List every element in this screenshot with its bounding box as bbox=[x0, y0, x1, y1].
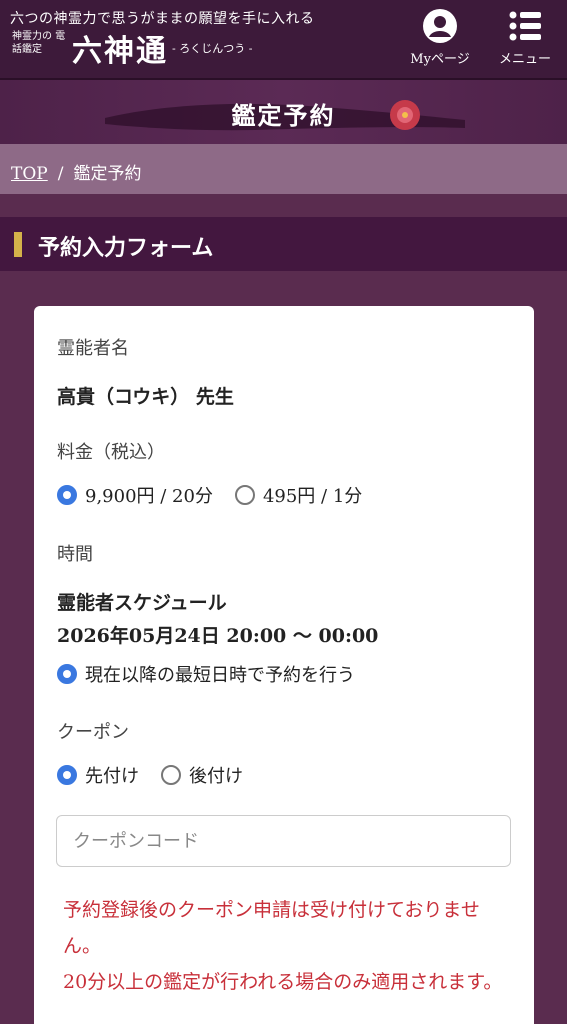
coupon-code-input[interactable] bbox=[56, 815, 511, 867]
site-logo[interactable]: 六神通 bbox=[72, 26, 168, 70]
coupon-option-label: 後付け bbox=[189, 766, 243, 787]
menu-label: メニュー bbox=[498, 52, 551, 67]
coupon-notice-line-2: 20分以上の鑑定が行われる場合のみ適用されます。 bbox=[63, 971, 503, 993]
coupon-notice-line-1: 予約登録後のクーポン申請は受け付けておりません。 bbox=[63, 899, 480, 957]
menu-button[interactable]: メニュー bbox=[490, 8, 560, 70]
price-label: 料金（税込） bbox=[57, 442, 165, 463]
breadcrumb-top-link[interactable]: TOP bbox=[11, 164, 48, 184]
coupon-option-postpay[interactable]: 後付け bbox=[161, 762, 243, 788]
breadcrumb: TOP / 鑑定予約 bbox=[0, 144, 567, 194]
reader-label: 霊能者名 bbox=[57, 338, 129, 359]
coupon-notice: 予約登録後のクーポン申請は受け付けておりません。 20分以上の鑑定が行われる場合… bbox=[63, 892, 503, 1000]
reader-name: 高貴（コウキ） 先生 bbox=[57, 386, 234, 408]
radio-selected-icon[interactable] bbox=[57, 664, 77, 684]
section-heading: 予約入力フォーム bbox=[0, 217, 567, 271]
section-heading-text: 予約入力フォーム bbox=[38, 235, 214, 261]
breadcrumb-current: 鑑定予約 bbox=[73, 164, 142, 184]
user-circle-icon bbox=[423, 9, 457, 43]
coupon-label: クーポン bbox=[57, 722, 129, 743]
page-title: 鑑定予約 bbox=[231, 101, 336, 130]
breadcrumb-separator: / bbox=[57, 164, 64, 184]
price-option-label: 495円 / 1分 bbox=[262, 486, 363, 507]
radio-unselected-icon[interactable] bbox=[161, 765, 181, 785]
price-option-label: 9,900円 / 20分 bbox=[85, 486, 213, 507]
radio-unselected-icon[interactable] bbox=[234, 485, 255, 505]
time-label: 時間 bbox=[57, 544, 93, 565]
mypage-button[interactable]: Myページ bbox=[405, 8, 475, 70]
coupon-option-label: 先付け bbox=[85, 766, 139, 787]
price-option-1min[interactable]: 495円 / 1分 bbox=[234, 482, 363, 508]
section-heading-bar bbox=[14, 232, 22, 257]
schedule-title: 霊能者スケジュール bbox=[57, 592, 227, 614]
mypage-label: Myページ bbox=[410, 52, 470, 67]
coupon-option-prepay[interactable]: 先付け bbox=[57, 762, 139, 788]
earliest-option[interactable]: 現在以降の最短日時で予約を行う bbox=[57, 661, 355, 687]
list-menu-icon bbox=[509, 11, 541, 41]
radio-selected-icon[interactable] bbox=[57, 765, 77, 785]
coupon-radio-group: 先付け 後付け bbox=[57, 762, 265, 788]
site-header: 六つの神霊力で思うがままの願望を手に入れる 神霊力の 電話鑑定 六神通 - ろく… bbox=[0, 0, 567, 78]
earliest-radio-group: 現在以降の最短日時で予約を行う bbox=[57, 661, 377, 687]
page-title-banner: 鑑定予約 bbox=[0, 78, 567, 144]
site-tagline: 六つの神霊力で思うがままの願望を手に入れる bbox=[10, 11, 315, 27]
schedule-value: 2026年05月24日 20:00 ～ 00:00 bbox=[57, 625, 379, 647]
price-option-20min[interactable]: 9,900円 / 20分 bbox=[57, 482, 213, 508]
reservation-form-card: 霊能者名 高貴（コウキ） 先生 料金（税込） 9,900円 / 20分 495円… bbox=[34, 306, 534, 1024]
price-radio-group: 9,900円 / 20分 495円 / 1分 bbox=[57, 482, 384, 508]
radio-selected-icon[interactable] bbox=[57, 485, 77, 505]
earliest-option-label: 現在以降の最短日時で予約を行う bbox=[85, 665, 355, 686]
logo-reading: - ろくじんつう - bbox=[172, 42, 253, 55]
site-sub-label: 神霊力の 電話鑑定 bbox=[12, 31, 66, 55]
